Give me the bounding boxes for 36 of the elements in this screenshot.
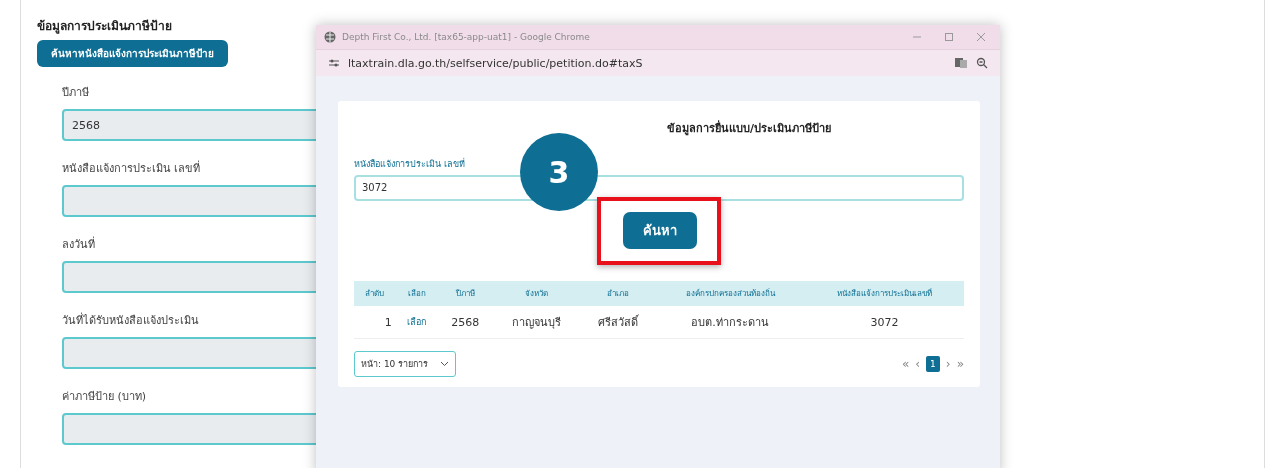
column-header: จังหวัด bbox=[492, 281, 581, 306]
zoom-icon[interactable] bbox=[976, 57, 988, 69]
search-button[interactable]: ค้นหา bbox=[623, 212, 697, 249]
globe-icon bbox=[324, 31, 336, 43]
column-header: องค์กรปกครองส่วนท้องถิ่น bbox=[655, 281, 805, 306]
column-header: ลำดับ bbox=[354, 281, 396, 306]
next-page-link[interactable]: › bbox=[945, 357, 951, 371]
field-label: ค่าภาษีป้าย (บาท) bbox=[62, 389, 147, 405]
search-notice-button[interactable]: ค้นหาหนังสือแจ้งการประเมินภาษีป้าย bbox=[37, 40, 228, 67]
table-cell: อบต.ท่ากระดาน bbox=[655, 306, 805, 339]
field-label: วันที่ได้รับหนังสือแจ้งประเมิน bbox=[62, 311, 199, 329]
column-header: อำเภอ bbox=[581, 281, 656, 306]
translate-icon[interactable] bbox=[954, 57, 968, 69]
field-label: หนังสือแจ้งการประเมิน เลขที่ bbox=[62, 159, 201, 177]
chevron-down-icon bbox=[440, 361, 450, 367]
field-label: หนังสือแจ้งการประเมิน เลขที่ bbox=[354, 157, 466, 171]
table-cell: กาญจนบุรี bbox=[492, 306, 581, 339]
select-link[interactable]: เลือก bbox=[395, 306, 438, 339]
dialog-heading: ข้อมูลการยื่นแบบ/ประเมินภาษีป้าย bbox=[666, 119, 832, 137]
table-cell: 1 bbox=[354, 306, 396, 339]
field-label: ปีภาษี bbox=[62, 85, 89, 101]
page-size-select[interactable]: หน้า: 10 รายการ bbox=[354, 351, 457, 377]
site-settings-icon[interactable] bbox=[328, 58, 340, 68]
section-title: ข้อมูลการประเมินภาษีป้าย bbox=[37, 18, 173, 35]
table-cell: 3072 bbox=[804, 306, 964, 339]
field-label: ลงวันที่ bbox=[62, 235, 95, 253]
first-page-link[interactable]: « bbox=[901, 357, 910, 371]
window-title: Depth First Co., Ltd. [tax65-app-uat1] - Google Chrome bbox=[342, 32, 591, 42]
last-page-link[interactable]: » bbox=[956, 357, 964, 371]
page-number-button[interactable]: 1 bbox=[926, 356, 940, 372]
table-cell: 2568 bbox=[437, 306, 493, 339]
column-header: ปีภาษี bbox=[437, 281, 493, 306]
column-header: หนังสือแจ้งการประเมินเลขที่ bbox=[804, 281, 964, 306]
column-header: เลือก bbox=[395, 281, 438, 306]
previous-page-link[interactable]: ‹ bbox=[915, 357, 921, 371]
table-cell: ศรีสวัสดิ์ bbox=[581, 306, 656, 339]
